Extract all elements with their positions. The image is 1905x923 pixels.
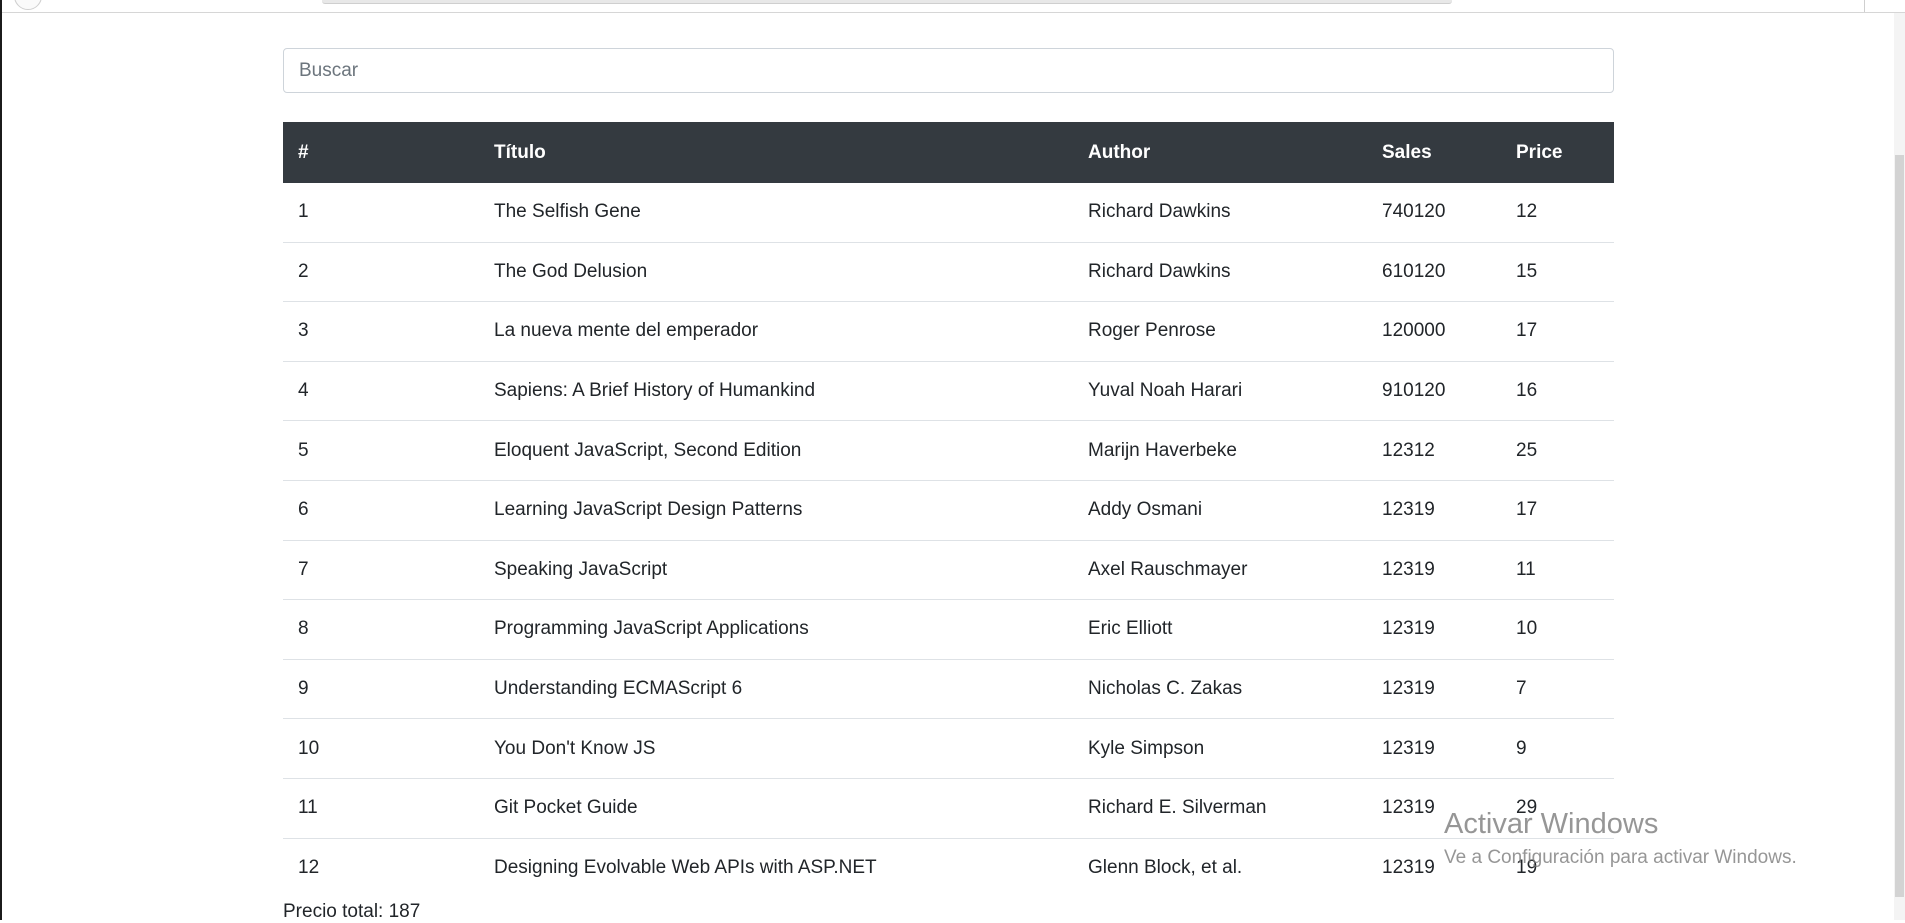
cell-title: You Don't Know JS (479, 718, 1073, 779)
browser-toolbar-divider (1864, 0, 1865, 12)
cell-title: Understanding ECMAScript 6 (479, 659, 1073, 720)
table-header-row: # Título Author Sales Price (283, 122, 1614, 183)
table-row: 8 Programming JavaScript Applications Er… (283, 599, 1614, 660)
cell-author: Roger Penrose (1073, 301, 1367, 362)
cell-price: 29 (1501, 778, 1614, 839)
cell-sales: 12319 (1382, 856, 1435, 878)
cell-author: Richard Dawkins (1073, 183, 1367, 243)
cell-author: Addy Osmani (1073, 480, 1367, 541)
cell-author: Richard E. Silverman (1073, 778, 1367, 839)
browser-address-bar[interactable] (322, 0, 1452, 4)
cell-price: 17 (1501, 301, 1614, 362)
cell-title: Sapiens: A Brief History of Humankind (479, 361, 1073, 422)
table-row: 2 The God Delusion Richard Dawkins 61012… (283, 242, 1614, 303)
table-row: 4 Sapiens: A Brief History of Humankind … (283, 361, 1614, 422)
cell-title: Learning JavaScript Design Patterns (479, 480, 1073, 541)
cell-sales: 12319 (1367, 599, 1501, 660)
scrollbar-thumb[interactable] (1895, 155, 1904, 897)
cell-sales: 910120 (1367, 361, 1501, 422)
column-header-author: Author (1073, 122, 1367, 183)
browser-top-bar (2, 0, 1905, 13)
cell-author: Eric Elliott (1073, 599, 1367, 660)
column-header-title: Título (479, 122, 1073, 183)
cell-index: 7 (283, 540, 479, 601)
cell-price: 17 (1501, 480, 1614, 541)
table-row: 9 Understanding ECMAScript 6 Nicholas C.… (283, 659, 1614, 720)
cell-title: Eloquent JavaScript, Second Edition (479, 420, 1073, 481)
cell-index: 4 (283, 361, 479, 422)
cell-sales: 740120 (1367, 183, 1501, 243)
browser-nav-button[interactable] (14, 0, 42, 10)
table-row: 11 Git Pocket Guide Richard E. Silverman… (283, 778, 1614, 839)
cell-author: Yuval Noah Harari (1073, 361, 1367, 422)
table-row: 6 Learning JavaScript Design Patterns Ad… (283, 480, 1614, 541)
cell-index: 9 (283, 659, 479, 720)
cell-price: 25 (1501, 420, 1614, 481)
cell-title: Programming JavaScript Applications (479, 599, 1073, 660)
cell-sales: 12319 (1367, 778, 1501, 839)
cell-sales: 12319 (1367, 540, 1501, 601)
cell-index: 5 (283, 420, 479, 481)
cell-index: 10 (283, 718, 479, 779)
books-table: # Título Author Sales Price 1 The Selfis… (283, 122, 1614, 897)
column-header-index: # (283, 122, 479, 183)
search-input[interactable] (283, 48, 1614, 93)
cell-index: 12 (298, 856, 320, 878)
cell-price: 19 (1516, 856, 1538, 878)
cell-sales: 12319 (1367, 659, 1501, 720)
cell-author: Axel Rauschmayer (1073, 540, 1367, 601)
cell-index: 3 (283, 301, 479, 362)
table-row: 12 Designing Evolvable Web APIs with ASP… (283, 838, 1614, 897)
table-row: 7 Speaking JavaScript Axel Rauschmayer 1… (283, 540, 1614, 601)
cell-price: 12 (1501, 183, 1614, 243)
column-header-sales: Sales (1367, 122, 1501, 183)
cell-title: Designing Evolvable Web APIs with ASP.NE… (494, 856, 877, 878)
column-header-price: Price (1501, 122, 1614, 183)
cell-price: 11 (1501, 540, 1614, 601)
cell-title: La nueva mente del emperador (479, 301, 1073, 362)
cell-author: Nicholas C. Zakas (1073, 659, 1367, 720)
table-row: 10 You Don't Know JS Kyle Simpson 12319 … (283, 718, 1614, 779)
cell-price: 15 (1501, 242, 1614, 303)
cell-author: Kyle Simpson (1073, 718, 1367, 779)
cell-price: 16 (1501, 361, 1614, 422)
cell-index: 2 (283, 242, 479, 303)
cell-title: The God Delusion (479, 242, 1073, 303)
main-content: # Título Author Sales Price 1 The Selfis… (283, 48, 1614, 923)
cell-price: 7 (1501, 659, 1614, 720)
cell-sales: 12312 (1367, 420, 1501, 481)
page-scrollbar[interactable] (1894, 13, 1905, 920)
cell-sales: 12319 (1367, 718, 1501, 779)
cell-title: Git Pocket Guide (479, 778, 1073, 839)
window-left-edge (0, 0, 2, 920)
cell-index: 8 (283, 599, 479, 660)
cell-author: Marijn Haverbeke (1073, 420, 1367, 481)
table-row: 3 La nueva mente del emperador Roger Pen… (283, 301, 1614, 362)
cell-index: 6 (283, 480, 479, 541)
cell-title: The Selfish Gene (479, 183, 1073, 243)
cell-price: 10 (1501, 599, 1614, 660)
cell-index: 1 (283, 183, 479, 243)
cell-index: 11 (283, 778, 479, 839)
cell-sales: 610120 (1367, 242, 1501, 303)
cell-sales: 12319 (1367, 480, 1501, 541)
cell-author: Richard Dawkins (1073, 242, 1367, 303)
cell-price: 9 (1501, 718, 1614, 779)
cell-author: Glenn Block, et al. (1088, 856, 1243, 878)
table-row: 1 The Selfish Gene Richard Dawkins 74012… (283, 183, 1614, 243)
table-row: 5 Eloquent JavaScript, Second Edition Ma… (283, 420, 1614, 481)
cell-sales: 120000 (1367, 301, 1501, 362)
cell-title: Speaking JavaScript (479, 540, 1073, 601)
